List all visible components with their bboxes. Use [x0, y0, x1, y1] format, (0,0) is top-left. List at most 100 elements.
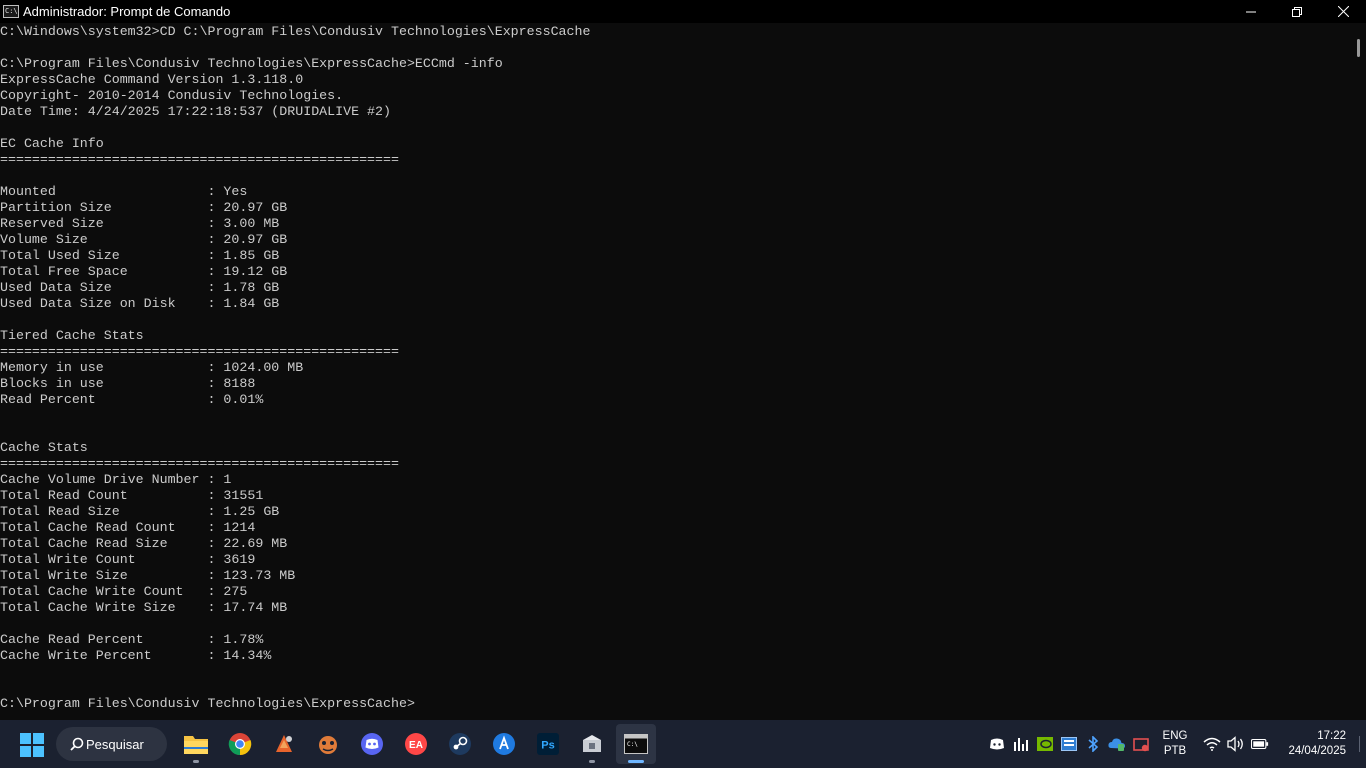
running-indicator — [589, 760, 595, 763]
console-line: Total Cache Write Size : 17.74 MB — [0, 600, 288, 615]
language-indicator[interactable]: ENG PTB — [1162, 729, 1188, 759]
search-label: Pesquisar — [86, 736, 144, 752]
keyboard-layout: PTB — [1163, 745, 1187, 757]
photoshop-icon: Ps — [537, 733, 559, 755]
file-explorer-icon — [184, 736, 208, 754]
monitor-app-icon — [1061, 737, 1077, 751]
svg-text:C:\: C:\ — [627, 741, 638, 748]
console-line: Date Time: 4/24/2025 17:22:18:537 (DRUID… — [0, 104, 391, 119]
console-line: C:\Program Files\Condusiv Technologies\E… — [0, 696, 415, 711]
terminal-icon: C:\ — [624, 734, 648, 754]
ea-icon: EA — [405, 733, 427, 755]
tray-network-app[interactable] — [1060, 735, 1078, 753]
tray-discord[interactable] — [988, 735, 1006, 753]
tray-app-red[interactable] — [1132, 735, 1150, 753]
restore-button[interactable] — [1274, 0, 1320, 23]
taskbar-chrome[interactable] — [220, 724, 260, 764]
windows-logo-icon — [20, 733, 44, 757]
start-button[interactable] — [20, 733, 44, 757]
discord-tray-icon — [990, 738, 1004, 750]
console-line: Tiered Cache Stats — [0, 328, 144, 343]
chrome-icon — [228, 733, 252, 756]
taskbar: Pesquisar EA Ps C:\ ENG PTB 17:22 24/04/… — [0, 720, 1366, 768]
taskbar-terminal[interactable]: C:\ — [616, 724, 656, 764]
window-title: Administrador: Prompt de Comando — [23, 4, 231, 19]
bluetooth-icon — [1088, 736, 1099, 752]
console-line: Memory in use : 1024.00 MB — [0, 360, 304, 375]
vertical-scrollbar[interactable] — [1350, 23, 1366, 718]
console-output[interactable]: C:\Windows\system32>CD C:\Program Files\… — [0, 23, 1350, 718]
clock-date: 24/04/2025 — [1288, 745, 1346, 757]
search-icon — [70, 737, 84, 751]
active-indicator — [628, 760, 644, 763]
console-line: Total Free Space : 19.12 GB — [0, 264, 288, 279]
console-line: Copyright- 2010-2014 Condusiv Technologi… — [0, 88, 344, 103]
tray-audio-meter[interactable] — [1012, 735, 1030, 753]
show-desktop-button[interactable] — [1359, 736, 1360, 752]
taskbar-photoshop[interactable]: Ps — [528, 724, 568, 764]
tray-volume[interactable] — [1227, 735, 1245, 753]
installer-icon — [583, 735, 601, 752]
cmd-app-icon[interactable]: C:\ — [3, 5, 19, 18]
scrollbar-thumb[interactable] — [1357, 39, 1360, 57]
close-button[interactable] — [1320, 0, 1366, 23]
console-line: Total Cache Read Size : 22.69 MB — [0, 536, 288, 551]
console-line: Total Used Size : 1.85 GB — [0, 248, 280, 263]
app-blue-icon — [493, 733, 515, 755]
console-line: Cache Stats — [0, 440, 88, 455]
language-code: ENG — [1162, 730, 1188, 742]
restore-icon — [1292, 6, 1302, 17]
svg-text:EA: EA — [409, 740, 423, 751]
console-line: Total Read Count : 31551 — [0, 488, 264, 503]
console-line: ========================================… — [0, 152, 399, 167]
app-orange-icon — [276, 735, 292, 752]
taskbar-gamepad[interactable] — [308, 724, 348, 764]
console-line: Total Read Size : 1.25 GB — [0, 504, 280, 519]
title-bar: C:\ Administrador: Prompt de Comando — [0, 0, 1366, 23]
console-line: Total Write Count : 3619 — [0, 552, 256, 567]
clock-time: 17:22 — [1317, 730, 1346, 742]
close-icon — [1337, 6, 1349, 17]
running-indicator — [193, 760, 199, 763]
minimize-button[interactable] — [1228, 0, 1274, 23]
discord-icon — [361, 733, 383, 755]
svg-text:Ps: Ps — [541, 740, 554, 752]
console-line: ========================================… — [0, 344, 399, 359]
console-line: Total Cache Read Count : 1214 — [0, 520, 256, 535]
cloud-shield-icon — [1108, 738, 1125, 751]
taskbar-discord[interactable] — [352, 724, 392, 764]
console-line: Total Write Size : 123.73 MB — [0, 568, 296, 583]
console-line: Partition Size : 20.97 GB — [0, 200, 288, 215]
tray-nvidia[interactable] — [1036, 735, 1054, 753]
console-line: C:\Program Files\Condusiv Technologies\E… — [0, 56, 503, 71]
tray-battery[interactable] — [1251, 735, 1269, 753]
equalizer-icon — [1014, 738, 1028, 751]
taskbar-ea[interactable]: EA — [396, 724, 436, 764]
volume-icon — [1227, 736, 1243, 752]
taskbar-steam[interactable] — [440, 724, 480, 764]
console-line: Cache Read Percent : 1.78% — [0, 632, 264, 647]
tray-security[interactable] — [1108, 735, 1126, 753]
taskbar-app-blue[interactable] — [484, 724, 524, 764]
search-box[interactable]: Pesquisar — [56, 727, 167, 761]
tray-wifi[interactable] — [1203, 735, 1221, 753]
nvidia-icon — [1037, 737, 1053, 751]
console-line: ========================================… — [0, 456, 399, 471]
taskbar-installer[interactable] — [572, 724, 612, 764]
console-line: C:\Windows\system32>CD C:\Program Files\… — [0, 24, 591, 39]
taskbar-file-explorer[interactable] — [176, 724, 216, 764]
console-line: EC Cache Info — [0, 136, 104, 151]
tray-bluetooth[interactable] — [1084, 735, 1102, 753]
system-clock[interactable]: 17:22 24/04/2025 — [1280, 729, 1346, 759]
console-line: Reserved Size : 3.00 MB — [0, 216, 280, 231]
taskbar-app-orange[interactable] — [264, 724, 304, 764]
minimize-icon — [1246, 11, 1256, 12]
steam-icon — [449, 733, 471, 755]
